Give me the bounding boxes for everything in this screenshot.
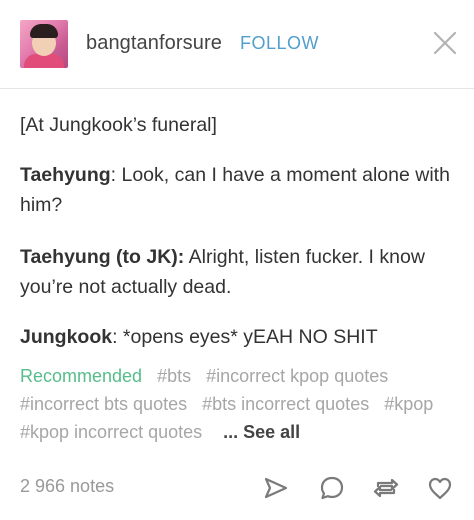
- avatar-hair: [30, 24, 58, 38]
- tag-incorrect-kpop-quotes[interactable]: #incorrect kpop quotes: [206, 366, 388, 386]
- avatar-shirt: [24, 54, 64, 68]
- post-footer: 2 966 notes: [0, 468, 474, 508]
- post-line-1: [At Jungkook’s funeral]: [20, 114, 217, 136]
- tag-list: Recommended #bts #incorrect kpop quotes …: [20, 362, 460, 446]
- follow-button[interactable]: FOLLOW: [240, 33, 319, 54]
- recommended-label[interactable]: Recommended: [20, 366, 142, 386]
- like-icon[interactable]: [426, 474, 454, 502]
- dialogue-text: : *opens eyes* yEAH NO SHIT: [112, 326, 378, 348]
- tag-bts[interactable]: #bts: [157, 366, 191, 386]
- close-icon[interactable]: [432, 30, 458, 56]
- reblog-icon[interactable]: [372, 474, 400, 502]
- username-link[interactable]: bangtanforsure: [86, 32, 222, 55]
- post-line-2: Taehyung: Look, can I have a moment alon…: [20, 160, 450, 220]
- post-line-3: Taehyung (to JK): Alright, listen fucker…: [20, 242, 460, 302]
- reply-icon[interactable]: [318, 474, 346, 502]
- tag-incorrect-bts-quotes[interactable]: #incorrect bts quotes: [20, 394, 187, 414]
- speaker-name: Taehyung: [20, 164, 111, 186]
- post-header: bangtanforsure FOLLOW: [0, 0, 474, 89]
- see-all-link[interactable]: ... See all: [223, 422, 300, 442]
- notes-count[interactable]: 2 966 notes: [20, 476, 114, 497]
- avatar[interactable]: [20, 20, 68, 68]
- share-icon[interactable]: [262, 474, 290, 502]
- tag-kpop[interactable]: #kpop: [384, 394, 433, 414]
- speaker-name: Taehyung (to JK):: [20, 246, 185, 268]
- post-line-4: Jungkook: *opens eyes* yEAH NO SHIT: [20, 322, 378, 352]
- tag-bts-incorrect-quotes[interactable]: #bts incorrect quotes: [202, 394, 369, 414]
- tag-kpop-incorrect-quotes[interactable]: #kpop incorrect quotes: [20, 422, 202, 442]
- speaker-name: Jungkook: [20, 326, 113, 348]
